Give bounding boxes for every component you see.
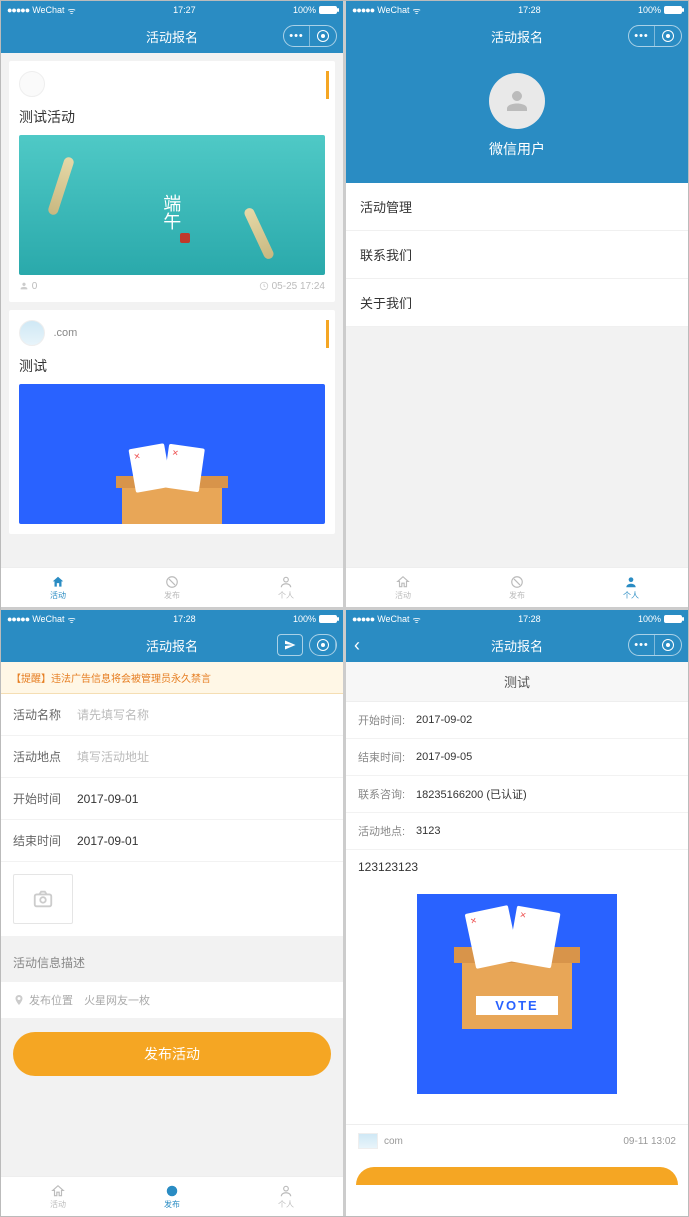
back-button[interactable]: ‹ bbox=[354, 635, 360, 656]
screen-profile: ●●●●● WeChatᯤ 17:28 100% 活动报名 ••• 微信用户 活… bbox=[346, 1, 688, 607]
battery-pct: 100% bbox=[293, 5, 316, 15]
capsule-buttons[interactable] bbox=[309, 634, 337, 656]
activity-title: 测试活动 bbox=[19, 107, 325, 127]
field-activity-address[interactable]: 活动地点填写活动地址 bbox=[1, 736, 343, 778]
menu-item-activity-mgmt[interactable]: 活动管理 bbox=[346, 183, 688, 231]
accent-stripe bbox=[326, 71, 329, 99]
tab-publish[interactable]: 发布 bbox=[115, 568, 229, 607]
page-title: 活动报名 bbox=[146, 636, 198, 655]
header: ‹ 活动报名 ••• bbox=[346, 628, 688, 662]
activity-datetime: 05-25 17:24 bbox=[259, 281, 325, 292]
name-input[interactable]: 请先填写名称 bbox=[77, 706, 331, 723]
activity-title: 测试 bbox=[19, 356, 325, 376]
publish-button[interactable]: 发布活动 bbox=[13, 1032, 331, 1076]
info-address: 活动地点:3123 bbox=[346, 813, 688, 850]
tab-profile[interactable]: 个人 bbox=[574, 568, 688, 607]
tab-activity[interactable]: 活动 bbox=[346, 568, 460, 607]
menu-item-contact[interactable]: 联系我们 bbox=[346, 231, 688, 279]
page-title: 活动报名 bbox=[491, 636, 543, 655]
tab-bar: 活动 发布 个人 bbox=[346, 567, 688, 607]
status-bar: ●●●●● WeChat ᯤ 17:27 100% bbox=[1, 1, 343, 19]
profile-header: 微信用户 bbox=[346, 53, 688, 183]
activity-image: 端午 bbox=[19, 135, 325, 275]
user-avatar[interactable] bbox=[489, 73, 545, 129]
capsule-buttons[interactable]: ••• bbox=[283, 25, 337, 47]
activity-card[interactable]: 测试活动 端午 0 05-25 17:24 bbox=[9, 61, 335, 302]
field-start-time[interactable]: 开始时间2017-09-01 bbox=[1, 778, 343, 820]
detail-title: 测试 bbox=[346, 662, 688, 702]
info-contact: 联系咨询:18235166200 (已认证) bbox=[346, 776, 688, 813]
author-footer: com 09-11 13:02 bbox=[346, 1124, 688, 1157]
field-activity-name[interactable]: 活动名称请先填写名称 bbox=[1, 694, 343, 736]
clock: 17:27 bbox=[173, 5, 196, 15]
battery-icon bbox=[319, 6, 337, 14]
description-label: 活动信息描述 bbox=[1, 936, 343, 981]
start-date-value[interactable]: 2017-09-01 bbox=[77, 792, 331, 806]
page-title: 活动报名 bbox=[491, 27, 543, 46]
accent-stripe bbox=[326, 320, 329, 348]
activity-card[interactable]: .com 测试 ✕✕ bbox=[9, 310, 335, 534]
signal-icon: ●●●●● bbox=[7, 5, 29, 15]
status-bar: ●●●●● WeChatᯤ 17:28 100% bbox=[346, 1, 688, 19]
tab-activity[interactable]: 活动 bbox=[1, 1177, 115, 1216]
location-value: 火星网友一枚 bbox=[84, 992, 150, 1008]
menu-dots-icon[interactable]: ••• bbox=[284, 26, 310, 46]
warning-banner: 【提醒】违法广告信息将会被管理员永久禁言 bbox=[1, 662, 343, 694]
tab-bar: 活动 发布 个人 bbox=[1, 567, 343, 607]
send-button[interactable] bbox=[277, 634, 303, 656]
author-avatar bbox=[358, 1133, 378, 1149]
screen-activity-list: ●●●●● WeChatᯤ 17:27 100% 活动报名 ••• 测试活动 端… bbox=[1, 1, 343, 607]
wifi-icon: ᯤ bbox=[68, 4, 76, 17]
participant-count: 0 bbox=[19, 281, 37, 292]
detail-image: ✕ ✕ VOTE bbox=[346, 884, 688, 1124]
detail-content: 123123123 bbox=[346, 850, 688, 884]
info-start-time: 开始时间:2017-09-02 bbox=[346, 702, 688, 739]
activity-feed: 测试活动 端午 0 05-25 17:24 .com 测试 ✕✕ bbox=[1, 53, 343, 567]
address-input[interactable]: 填写活动地址 bbox=[77, 748, 331, 765]
camera-icon[interactable] bbox=[13, 874, 73, 924]
image-upload[interactable] bbox=[1, 862, 343, 936]
capsule-buttons[interactable]: ••• bbox=[628, 25, 682, 47]
tab-bar: 活动 发布 个人 bbox=[1, 1176, 343, 1216]
tab-publish[interactable]: 发布 bbox=[115, 1177, 229, 1216]
author-name: .com bbox=[53, 327, 77, 339]
end-date-value[interactable]: 2017-09-01 bbox=[77, 834, 331, 848]
menu-item-about[interactable]: 关于我们 bbox=[346, 279, 688, 327]
tab-publish[interactable]: 发布 bbox=[460, 568, 574, 607]
capsule-buttons[interactable]: ••• bbox=[628, 634, 682, 656]
author-avatar bbox=[19, 71, 45, 97]
author-name: com bbox=[384, 1136, 403, 1147]
screen-activity-detail: ●●●●● WeChatᯤ 17:28 100% ‹ 活动报名 ••• 测试 开… bbox=[346, 610, 688, 1216]
status-bar: ●●●●● WeChatᯤ 17:28 100% bbox=[1, 610, 343, 628]
screen-publish-form: ●●●●● WeChatᯤ 17:28 100% 活动报名 【提醒】违法广告信息… bbox=[1, 610, 343, 1216]
vote-label: VOTE bbox=[476, 996, 558, 1015]
field-end-time[interactable]: 结束时间2017-09-01 bbox=[1, 820, 343, 862]
author-avatar bbox=[19, 320, 45, 346]
header: 活动报名 ••• bbox=[1, 19, 343, 53]
tab-profile[interactable]: 个人 bbox=[229, 568, 343, 607]
info-end-time: 结束时间:2017-09-05 bbox=[346, 739, 688, 776]
tab-activity[interactable]: 活动 bbox=[1, 568, 115, 607]
tab-profile[interactable]: 个人 bbox=[229, 1177, 343, 1216]
page-title: 活动报名 bbox=[146, 27, 198, 46]
username: 微信用户 bbox=[346, 139, 688, 159]
target-icon[interactable] bbox=[310, 26, 336, 46]
pin-icon bbox=[13, 993, 25, 1007]
header: 活动报名 bbox=[1, 628, 343, 662]
header: 活动报名 ••• bbox=[346, 19, 688, 53]
posted-time: 09-11 13:02 bbox=[623, 1136, 676, 1147]
status-bar: ●●●●● WeChatᯤ 17:28 100% bbox=[346, 610, 688, 628]
profile-menu: 活动管理 联系我们 关于我们 bbox=[346, 183, 688, 327]
action-button-partial[interactable] bbox=[356, 1167, 678, 1185]
hero-text: 端午 bbox=[158, 194, 184, 230]
location-label: 发布位置 bbox=[29, 992, 73, 1008]
activity-image: ✕✕ bbox=[19, 384, 325, 524]
location-row[interactable]: 发布位置 火星网友一枚 bbox=[1, 981, 343, 1018]
carrier: WeChat bbox=[32, 5, 64, 15]
